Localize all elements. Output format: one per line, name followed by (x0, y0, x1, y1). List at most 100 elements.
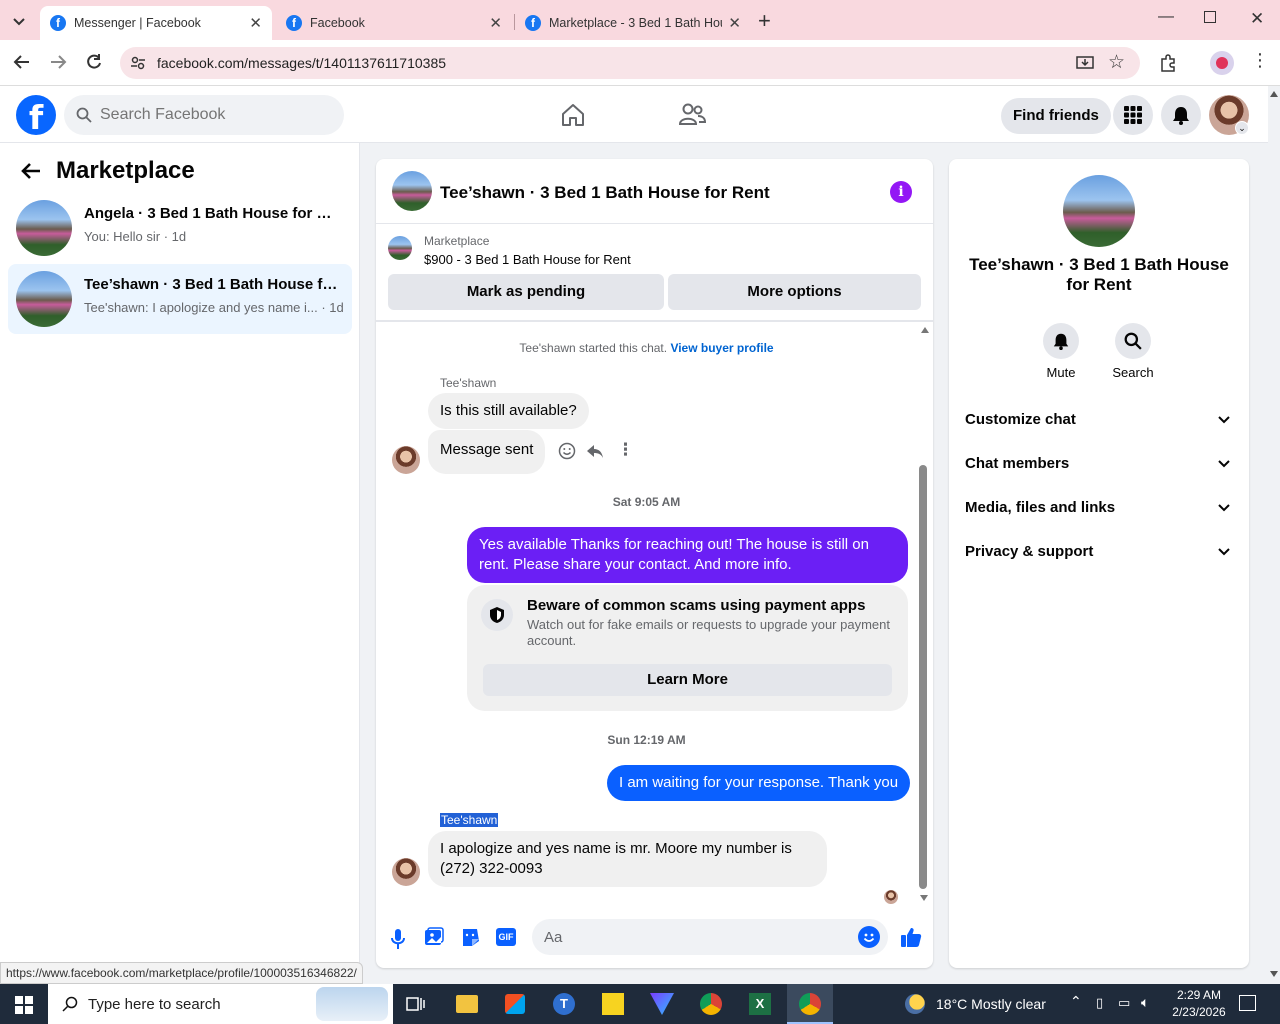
find-friends-button[interactable]: Find friends (1001, 98, 1111, 134)
composer-placeholder: Aa (544, 929, 563, 946)
active-chrome-button[interactable] (787, 984, 833, 1024)
address-bar[interactable]: facebook.com/messages/t/1401137611710385… (120, 47, 1140, 79)
file-explorer-icon[interactable] (456, 995, 478, 1013)
media-files-links-row[interactable]: Media, files and links (965, 490, 1235, 526)
close-tab-icon[interactable]: ✕ (489, 14, 502, 32)
task-view-icon[interactable] (406, 995, 426, 1013)
back-icon[interactable] (12, 52, 32, 72)
restore-icon[interactable] (1204, 11, 1216, 23)
facebook-logo[interactable]: f (16, 95, 56, 137)
notifications-button[interactable] (1161, 95, 1201, 135)
chat-started-notice: Tee'shawn started this chat. View buyer … (376, 341, 917, 355)
show-hidden-icons[interactable]: ⌃ (1070, 993, 1082, 1010)
usb-icon[interactable]: ▯ (1096, 995, 1103, 1011)
tab-marketplace[interactable]: f Marketplace - 3 Bed 1 Bath House ✕ (515, 6, 751, 40)
weather-icon[interactable] (905, 994, 925, 1014)
microphone-icon[interactable] (390, 928, 406, 950)
forward-icon[interactable] (48, 52, 68, 72)
bookmark-star-icon[interactable]: ☆ (1108, 51, 1125, 74)
taskbar-search-placeholder: Type here to search (88, 996, 221, 1013)
close-tab-icon[interactable]: ✕ (728, 14, 741, 32)
back-arrow-icon[interactable] (20, 161, 42, 181)
gif-icon[interactable]: GIF (496, 928, 516, 946)
new-tab-icon[interactable]: + (758, 8, 771, 34)
taskbar-search[interactable]: Type here to search (48, 984, 393, 1024)
facebook-search[interactable] (64, 95, 344, 135)
facebook-favicon-icon: f (50, 15, 66, 31)
windows-start-icon[interactable] (15, 996, 33, 1014)
search-conversation-button[interactable] (1115, 323, 1151, 359)
profile-icon[interactable] (1210, 51, 1234, 75)
clock-time[interactable]: 2:29 AM (1172, 988, 1226, 1002)
react-icon[interactable] (558, 442, 576, 460)
notification-center-icon[interactable] (1239, 995, 1256, 1011)
page-scrollbar[interactable] (1268, 86, 1280, 984)
view-buyer-profile-link[interactable]: View buyer profile (670, 341, 773, 355)
message-bubble[interactable]: Is this still available? (428, 393, 589, 429)
listing-thumbnail[interactable] (388, 236, 412, 260)
mute-button[interactable] (1043, 323, 1079, 359)
sender-avatar[interactable] (392, 446, 420, 474)
tab-search-button[interactable] (8, 10, 30, 32)
install-app-icon[interactable] (1076, 54, 1094, 72)
customize-chat-row[interactable]: Customize chat (965, 402, 1235, 438)
read-receipt-avatar (884, 890, 898, 904)
tab-title: Facebook (310, 16, 365, 30)
sticker-icon[interactable] (460, 927, 480, 947)
search-input[interactable] (100, 95, 330, 135)
emoji-icon[interactable] (858, 926, 880, 948)
outgoing-message[interactable]: Yes available Thanks for reaching out! T… (467, 527, 908, 583)
reply-icon[interactable] (586, 442, 604, 460)
volume-icon[interactable]: 🔈︎ (1141, 994, 1149, 1011)
tab-title: Messenger | Facebook (74, 16, 201, 30)
learn-more-button[interactable]: Learn More (483, 664, 892, 696)
more-options-button[interactable]: More options (668, 274, 921, 310)
conversation-item[interactable]: Angela · 3 Bed 1 Bath House for Re... Yo… (8, 193, 352, 263)
bell-icon (1173, 107, 1189, 125)
chat-avatar[interactable] (392, 171, 432, 211)
menu-grid-button[interactable] (1113, 95, 1153, 135)
message-bubble[interactable]: Message sent (428, 430, 546, 474)
like-thumb-icon[interactable] (900, 926, 922, 948)
more-actions-icon[interactable]: ⋮ (617, 440, 634, 460)
network-icon[interactable]: ▭ (1118, 995, 1130, 1011)
tab-messenger[interactable]: f Messenger | Facebook ✕ (40, 6, 272, 40)
close-window-icon[interactable]: ✕ (1250, 9, 1264, 29)
microsoft-store-icon[interactable] (505, 994, 525, 1014)
tab-facebook[interactable]: f Facebook ✕ (276, 6, 512, 40)
chrome-icon[interactable] (700, 993, 722, 1015)
mark-pending-button[interactable]: Mark as pending (388, 274, 664, 310)
chevron-down-icon (1217, 534, 1231, 570)
app-triangle-icon[interactable] (650, 993, 674, 1015)
search-icon (76, 107, 92, 123)
sender-name: Tee'shawn (440, 376, 497, 390)
chat-title[interactable]: Tee’shawn · 3 Bed 1 Bath House for Rent (440, 183, 770, 203)
reload-icon[interactable] (84, 52, 104, 72)
details-avatar[interactable] (1063, 175, 1135, 247)
extensions-icon[interactable] (1159, 53, 1179, 73)
sticky-notes-icon[interactable] (602, 993, 624, 1015)
account-chevron-icon[interactable]: ⌄ (1235, 121, 1249, 135)
sender-avatar[interactable] (392, 858, 420, 886)
listing-avatar (16, 200, 72, 256)
message-bubble[interactable]: I apologize and yes name is mr. Moore my… (428, 831, 827, 887)
photo-icon[interactable] (424, 927, 444, 947)
minimize-icon[interactable]: — (1158, 8, 1174, 26)
info-icon[interactable]: i (890, 181, 912, 203)
excel-icon[interactable]: X (749, 993, 771, 1015)
weather-text[interactable]: 18°C Mostly clear (936, 996, 1046, 1012)
privacy-support-row[interactable]: Privacy & support (965, 534, 1235, 570)
site-info-icon[interactable] (130, 55, 146, 71)
conversation-item-active[interactable]: Tee’shawn · 3 Bed 1 Bath House for... Te… (8, 264, 352, 334)
outgoing-message[interactable]: I am waiting for your response. Thank yo… (607, 765, 911, 801)
message-scrollbar[interactable] (917, 323, 931, 903)
chat-members-row[interactable]: Chat members (965, 446, 1235, 482)
app-t-icon[interactable]: T (553, 993, 575, 1015)
close-tab-icon[interactable]: ✕ (249, 14, 262, 32)
browser-menu-icon[interactable]: ⋮ (1251, 50, 1269, 71)
friends-icon[interactable] (678, 102, 706, 128)
listing-title[interactable]: $900 - 3 Bed 1 Bath House for Rent (424, 252, 631, 267)
clock-date[interactable]: 2/23/2026 (1162, 1005, 1236, 1019)
message-composer[interactable]: Aa (532, 919, 888, 955)
home-icon[interactable] (560, 102, 586, 128)
